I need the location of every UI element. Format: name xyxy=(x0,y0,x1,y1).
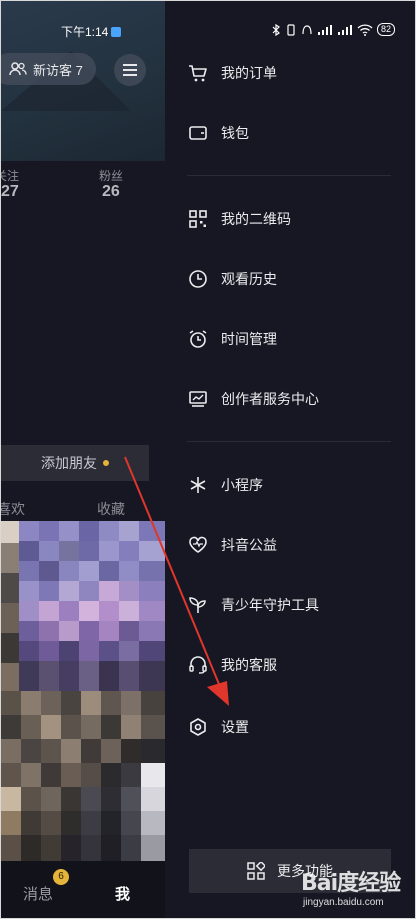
screen: 新访客 7 关注 27 粉丝 26 添加朋友 喜欢 收藏 消息 6 我 我的订单… xyxy=(1,1,415,918)
watermark-brand: Bai度经验 xyxy=(301,871,401,896)
annotation-arrow xyxy=(124,456,229,706)
baidu-watermark: Bai度经验 jingyan.baidu.com xyxy=(291,865,415,917)
watermark-url: jingyan.baidu.com xyxy=(303,897,384,908)
